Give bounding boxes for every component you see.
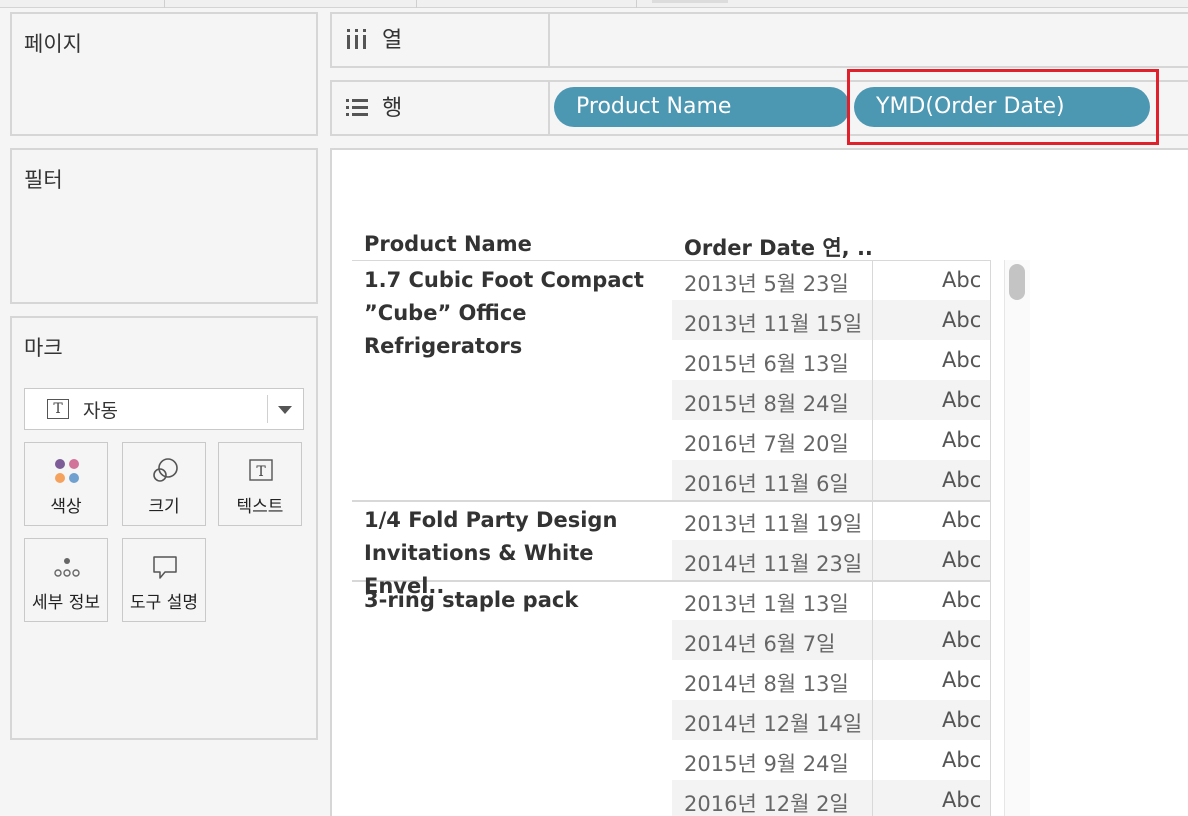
rows-shelf-header: 행 <box>332 82 550 134</box>
group-divider <box>352 500 990 502</box>
abc-mark[interactable]: Abc <box>942 548 981 572</box>
mark-type-dropdown[interactable]: T 자동 <box>24 388 304 430</box>
columns-shelf[interactable]: 열 <box>330 12 1188 68</box>
product-cell[interactable]: 3-ring staple pack <box>364 584 674 617</box>
color-button[interactable]: 색상 <box>24 442 108 526</box>
tab-divider <box>164 0 165 8</box>
abc-mark[interactable]: Abc <box>942 388 981 412</box>
abc-mark[interactable]: Abc <box>942 428 981 452</box>
abc-mark[interactable]: Abc <box>942 468 981 492</box>
chevron-down-icon[interactable] <box>278 406 292 414</box>
text-button[interactable]: T 텍스트 <box>218 442 302 526</box>
scrollbar-thumb[interactable] <box>1009 264 1025 300</box>
header-product-name[interactable]: Product Name <box>364 232 532 256</box>
view-canvas: Product Name Order Date 연, .. 1.7 Cubic … <box>330 148 1188 816</box>
date-cell[interactable]: 2016년 11월 6일 <box>684 468 849 498</box>
date-cell[interactable]: 2015년 8월 24일 <box>684 388 849 418</box>
cell-divider <box>872 260 873 816</box>
columns-icon <box>347 29 366 49</box>
date-cell[interactable]: 2013년 11월 15일 <box>684 308 862 338</box>
pages-card[interactable]: 페이지 <box>10 12 318 136</box>
date-cell[interactable]: 2014년 6월 7일 <box>684 628 835 658</box>
abc-mark[interactable]: Abc <box>942 588 981 612</box>
tooltip-label: 도구 설명 <box>130 593 198 613</box>
header-order-date[interactable]: Order Date 연, .. <box>684 232 873 262</box>
vertical-scrollbar[interactable] <box>1004 260 1030 816</box>
abc-mark[interactable]: Abc <box>942 788 981 812</box>
date-cell[interactable]: 2016년 12월 2일 <box>684 788 849 816</box>
rows-icon <box>346 99 368 116</box>
tab-indicator <box>652 0 728 3</box>
abc-mark[interactable]: Abc <box>942 668 981 692</box>
filters-title: 필터 <box>24 168 63 192</box>
abc-mark[interactable]: Abc <box>942 348 981 372</box>
size-label: 크기 <box>148 497 180 517</box>
rows-label: 행 <box>382 96 403 121</box>
abc-mark[interactable]: Abc <box>942 308 981 332</box>
date-cell[interactable]: 2014년 12월 14일 <box>684 708 862 738</box>
date-cell[interactable]: 2015년 9월 24일 <box>684 748 849 778</box>
svg-text:T: T <box>256 464 266 480</box>
detail-button[interactable]: 세부 정보 <box>24 538 108 622</box>
tab-divider <box>636 0 637 8</box>
dropdown-divider <box>267 395 268 423</box>
date-cell[interactable]: 2013년 5월 23일 <box>684 268 849 298</box>
columns-shelf-header: 열 <box>332 14 550 66</box>
size-icon <box>153 458 178 482</box>
date-cell[interactable]: 2013년 11월 19일 <box>684 508 862 538</box>
date-cell[interactable]: 2016년 7월 20일 <box>684 428 849 458</box>
abc-mark[interactable]: Abc <box>942 708 981 732</box>
size-button[interactable]: 크기 <box>122 442 206 526</box>
abc-mark[interactable]: Abc <box>942 508 981 532</box>
text-icon: T <box>249 459 273 481</box>
header-divider <box>352 260 990 261</box>
color-dots-icon <box>55 459 79 483</box>
abc-mark[interactable]: Abc <box>942 748 981 772</box>
columns-label: 열 <box>382 28 403 53</box>
detail-dots-icon <box>54 558 80 577</box>
marks-card: 마크 T 자동 색상 크기 T 텍스트 세부 정보 도구 설명 <box>10 316 318 740</box>
date-cell[interactable]: 2015년 6월 13일 <box>684 348 849 378</box>
date-cell[interactable]: 2014년 8월 13일 <box>684 668 849 698</box>
tab-divider <box>416 0 417 8</box>
text-label: 텍스트 <box>236 497 284 517</box>
date-cell[interactable]: 2014년 11월 23일 <box>684 548 862 578</box>
pages-title: 페이지 <box>24 32 82 56</box>
filters-card[interactable]: 필터 <box>10 148 318 304</box>
mark-type-label: 자동 <box>83 400 118 422</box>
abc-mark[interactable]: Abc <box>942 268 981 292</box>
tooltip-button[interactable]: 도구 설명 <box>122 538 206 622</box>
product-name-pill[interactable]: Product Name <box>554 87 850 127</box>
date-cell[interactable]: 2013년 1월 13일 <box>684 588 849 618</box>
table-right-edge <box>990 260 991 816</box>
text-icon: T <box>47 399 69 419</box>
marks-title: 마크 <box>24 336 63 360</box>
top-tab-strip <box>0 0 1188 8</box>
highlight-box <box>847 69 1159 145</box>
product-cell[interactable]: 1.7 Cubic Foot Compact ”Cube” Office Ref… <box>364 264 674 363</box>
abc-mark[interactable]: Abc <box>942 628 981 652</box>
detail-label: 세부 정보 <box>32 593 100 613</box>
tooltip-icon <box>153 556 177 579</box>
color-label: 색상 <box>50 497 82 517</box>
